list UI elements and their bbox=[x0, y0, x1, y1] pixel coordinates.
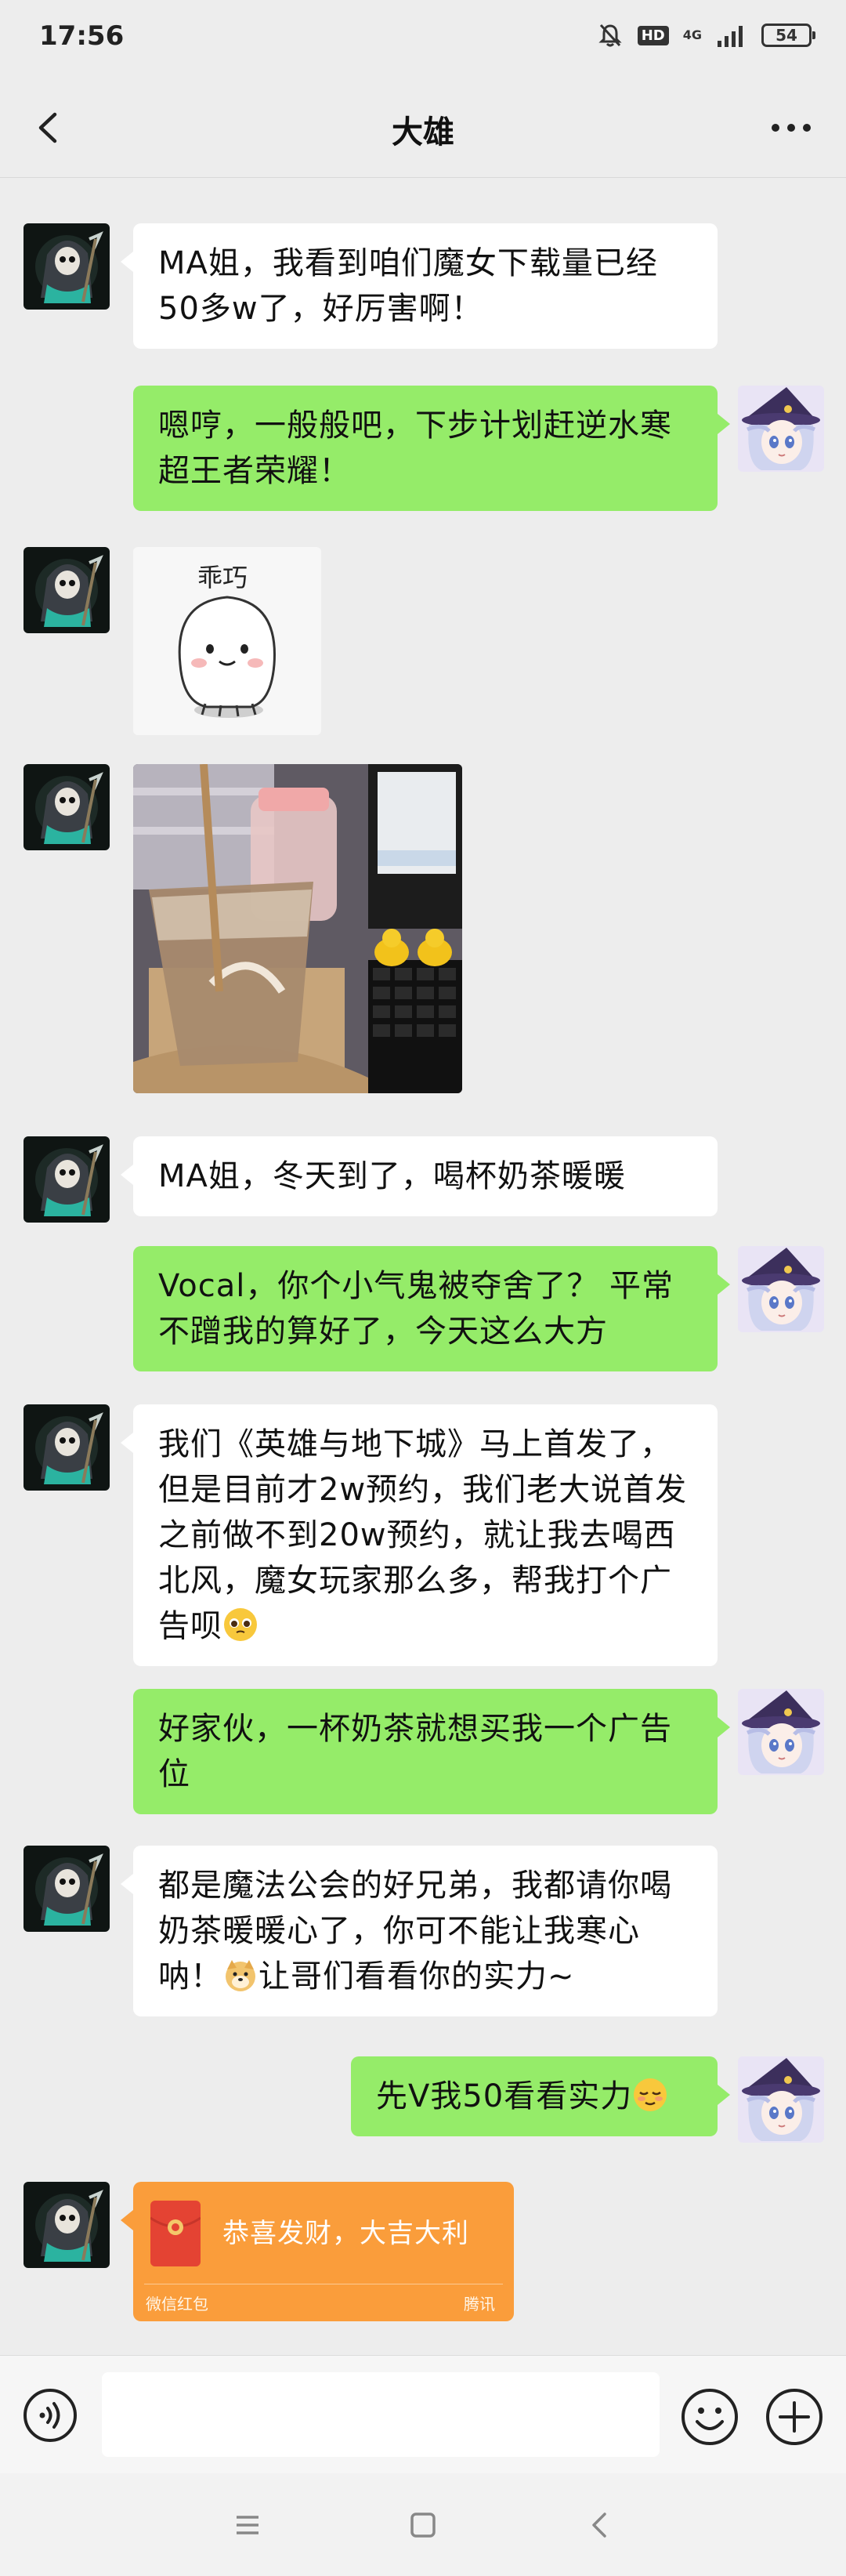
plus-icon bbox=[766, 2389, 822, 2445]
smiley-icon bbox=[682, 2389, 738, 2445]
milk-tea-photo-icon bbox=[133, 764, 462, 1093]
mute-bell-icon bbox=[598, 24, 622, 47]
message-bubble[interactable]: 嗯哼，一般般吧，下步计划赶逆水寒超王者荣耀！ bbox=[133, 386, 730, 511]
avatar-dxiong[interactable] bbox=[24, 547, 110, 633]
relieved-face-emoji-icon bbox=[634, 2078, 667, 2111]
message-text: 让哥们看看你的实力~ bbox=[258, 1958, 575, 1994]
menu-button[interactable] bbox=[224, 2502, 271, 2549]
avatar-dxiong[interactable] bbox=[24, 1404, 110, 1491]
avatar-self[interactable] bbox=[738, 386, 824, 472]
message-bubble[interactable]: Vocal，你个小气鬼被夺舍了？ 平常不蹭我的算好了，今天这么大方 bbox=[133, 1246, 730, 1371]
avatar-self[interactable] bbox=[738, 2056, 824, 2143]
message-bubble[interactable]: 先V我50看看实力 bbox=[351, 2056, 730, 2136]
voice-button[interactable] bbox=[22, 2387, 78, 2444]
system-nav-bar bbox=[0, 2473, 846, 2576]
avatar-self[interactable] bbox=[738, 1246, 824, 1332]
more-functions-button[interactable] bbox=[765, 2387, 824, 2447]
emoji-button[interactable] bbox=[680, 2387, 739, 2447]
doge-emoji-icon bbox=[226, 1960, 255, 1991]
avatar-dxiong[interactable] bbox=[24, 223, 110, 310]
battery-level: 54 bbox=[776, 26, 797, 45]
chat-header: 大雄 bbox=[0, 75, 846, 178]
battery-indicator: 54 bbox=[761, 24, 815, 47]
cute-blob-sticker-icon bbox=[178, 596, 276, 718]
signal-icon bbox=[718, 26, 743, 47]
red-packet-message[interactable]: 恭喜发财，大吉大利 微信红包 腾讯 bbox=[121, 2182, 514, 2321]
avatar-dxiong[interactable] bbox=[24, 1136, 110, 1223]
hd-badge: HD bbox=[637, 25, 669, 45]
photo-message[interactable] bbox=[133, 764, 462, 1093]
message-bubble[interactable]: 都是魔法公会的好兄弟，我都请你喝奶茶暖暖心了，你可不能让我寒心呐！ 让哥们看看你的… bbox=[121, 1846, 718, 2016]
avatar-dxiong[interactable] bbox=[24, 1846, 110, 1932]
red-envelope-icon bbox=[150, 2201, 201, 2266]
message-input[interactable] bbox=[102, 2372, 660, 2457]
back-icon bbox=[592, 2513, 606, 2538]
input-bar bbox=[0, 2355, 846, 2473]
avatar-dxiong[interactable] bbox=[24, 764, 110, 850]
red-packet-label: 微信红包 bbox=[146, 2295, 208, 2313]
home-button[interactable] bbox=[400, 2502, 446, 2549]
sticker-message[interactable]: 乖巧 bbox=[133, 547, 321, 735]
home-icon bbox=[410, 2513, 436, 2538]
message-text: 先V我50看看实力 bbox=[376, 2078, 633, 2114]
system-back-button[interactable] bbox=[577, 2502, 624, 2549]
more-button[interactable] bbox=[760, 100, 822, 155]
message-bubble[interactable]: 好家伙，一杯奶茶就想买我一个广告位 bbox=[133, 1689, 730, 1814]
red-packet-text: 恭喜发财，大吉大利 bbox=[222, 2218, 469, 2249]
network-label: 4G bbox=[682, 27, 702, 42]
status-bar: 17:56 HD 4G 54 bbox=[0, 0, 846, 75]
menu-icon bbox=[237, 2516, 258, 2534]
status-time: 17:56 bbox=[39, 20, 125, 52]
avatar-self[interactable] bbox=[738, 1689, 824, 1775]
message-bubble[interactable]: MA姐，我看到咱们魔女下载量已经50多w了，好厉害啊！ bbox=[121, 223, 718, 349]
voice-icon bbox=[24, 2389, 77, 2442]
pleading-face-emoji-icon bbox=[224, 1608, 257, 1641]
message-bubble[interactable]: 我们《英雄与地下城》马上首发了，但是目前才2w预约，我们老大说首发之前做不到20… bbox=[121, 1404, 718, 1666]
more-dots-icon bbox=[772, 124, 811, 132]
status-icons: HD 4G 54 bbox=[597, 22, 815, 49]
message-bubble[interactable]: MA姐，冬天到了，喝杯奶茶暖暖 bbox=[121, 1136, 718, 1216]
chat-title: 大雄 bbox=[392, 114, 454, 150]
red-packet-brand: 腾讯 bbox=[464, 2295, 495, 2313]
avatar-dxiong[interactable] bbox=[24, 2182, 110, 2268]
